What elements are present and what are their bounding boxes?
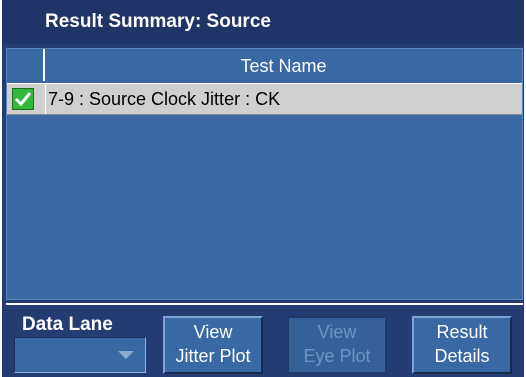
result-details-button[interactable]: Result Details [412,316,512,374]
test-name-cell: 7-9 : Source Clock Jitter : CK [45,84,280,114]
view-jitter-plot-button[interactable]: View Jitter Plot [163,316,263,374]
header-check-column [7,49,45,81]
button-line-2: Jitter Plot [175,346,251,366]
button-line-1: Result [436,322,488,342]
view-eye-plot-button[interactable]: View Eye Plot [287,316,387,374]
button-line-1: View [317,322,357,342]
data-lane-label: Data Lane [22,314,113,335]
table-row[interactable]: 7-9 : Source Clock Jitter : CK [7,83,522,115]
data-lane-dropdown[interactable] [14,337,146,373]
checkbox-checked-icon[interactable] [12,88,34,110]
column-header-test-name[interactable]: Test Name [45,49,522,81]
panel-title: Result Summary: Source [2,0,524,44]
button-line-2: Details [434,346,490,366]
divider [6,303,523,305]
button-line-2: Eye Plot [303,346,371,366]
button-line-1: View [193,322,233,342]
table-header: Test Name [7,49,522,81]
chevron-down-icon[interactable] [118,351,134,359]
result-summary-panel: Result Summary: Source Test Name 7-9 : S… [2,0,524,377]
results-table: Test Name 7-9 : Source Clock Jitter : CK [6,48,523,300]
